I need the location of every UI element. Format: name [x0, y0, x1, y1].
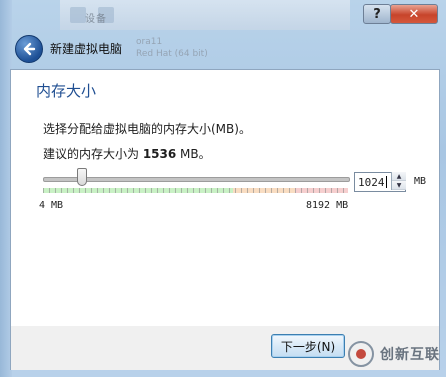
- slider-min-label: 4 MB: [39, 200, 64, 211]
- wizard-title: 新建虚拟电脑: [50, 42, 123, 56]
- memory-slider-track[interactable]: [43, 177, 350, 182]
- suggestion-suffix: MB。: [176, 147, 211, 161]
- logo-text: 创新互联: [380, 347, 440, 363]
- memory-unit-label: MB: [414, 176, 427, 187]
- watermark-logo: 创新互联: [348, 336, 444, 372]
- suggestion-prefix: 建议的内存大小为: [43, 147, 143, 161]
- wizard-header: 新建虚拟电脑 ora11 Red Hat (64 bit): [8, 30, 438, 68]
- memory-input-value: 1024: [358, 175, 385, 189]
- spin-up-icon[interactable]: ▲: [392, 172, 406, 181]
- next-button[interactable]: 下一步(N): [271, 334, 345, 358]
- slider-ticks: [43, 188, 348, 193]
- close-button[interactable]: ✕: [390, 4, 438, 24]
- content-panel: 内存大小 选择分配给虚拟电脑的内存大小(MB)。 建议的内存大小为 1536 M…: [10, 69, 440, 327]
- memory-slider-thumb[interactable]: [76, 168, 87, 186]
- back-button[interactable]: [15, 35, 43, 63]
- slider-max-label: 8192 MB: [306, 200, 349, 211]
- suggestion-text: 建议的内存大小为 1536 MB。: [43, 145, 211, 162]
- memory-spinner[interactable]: ▲ ▼: [391, 172, 406, 190]
- help-button[interactable]: ?: [363, 4, 391, 24]
- background-icon: [70, 7, 86, 23]
- background-ghost-text: 设备: [85, 14, 107, 25]
- ghost-line: Red Hat (64 bit): [136, 49, 208, 59]
- suggestion-value: 1536: [142, 147, 177, 161]
- page-title: 内存大小: [36, 82, 97, 100]
- description-text: 选择分配给虚拟电脑的内存大小(MB)。: [43, 122, 251, 136]
- spin-down-icon[interactable]: ▼: [392, 181, 406, 190]
- background-ghost-info: ora11 Red Hat (64 bit): [136, 36, 208, 60]
- text-caret: [385, 176, 387, 188]
- logo-icon: [348, 341, 374, 367]
- back-arrow-icon: [23, 42, 36, 56]
- ghost-line: ora11: [136, 37, 163, 47]
